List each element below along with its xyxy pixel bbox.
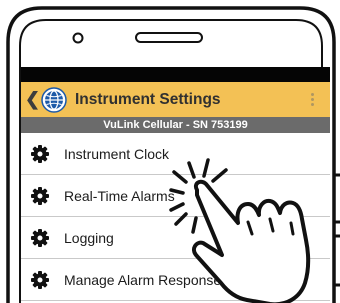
phone-screen: ❮ Instrument Settings VuLink Cellular - … [21, 67, 330, 303]
menu-item-label: Instrument Clock [64, 145, 170, 162]
front-camera [72, 32, 84, 44]
earpiece-speaker [135, 32, 203, 43]
menu-item-label: Manage Alarm Responses [64, 271, 229, 288]
menu-item-real-time-alarms[interactable]: Real-Time Alarms [21, 175, 330, 217]
gear-icon [31, 186, 49, 205]
gear-icon [31, 228, 49, 247]
menu-item-logging[interactable]: Logging [21, 217, 330, 259]
chevron-left-icon[interactable]: ❮ [25, 89, 40, 110]
gear-icon [31, 270, 49, 289]
menu-item-instrument-clock[interactable]: Instrument Clock [21, 133, 330, 175]
globe-logo-icon [41, 86, 67, 113]
menu-item-manage-alarm-responses[interactable]: Manage Alarm Responses [21, 259, 330, 301]
app-header: ❮ Instrument Settings [21, 82, 330, 117]
kebab-menu-icon[interactable] [308, 90, 316, 110]
menu-item-label: Real-Time Alarms [64, 187, 175, 204]
page-title: Instrument Settings [75, 90, 221, 108]
settings-menu: Instrument Clock Real-Time Alarms Loggin… [21, 133, 330, 301]
menu-item-label: Logging [64, 229, 114, 246]
status-bar [21, 67, 330, 82]
gear-icon [31, 144, 49, 163]
device-label: VuLink Cellular - SN 753199 [21, 117, 330, 133]
